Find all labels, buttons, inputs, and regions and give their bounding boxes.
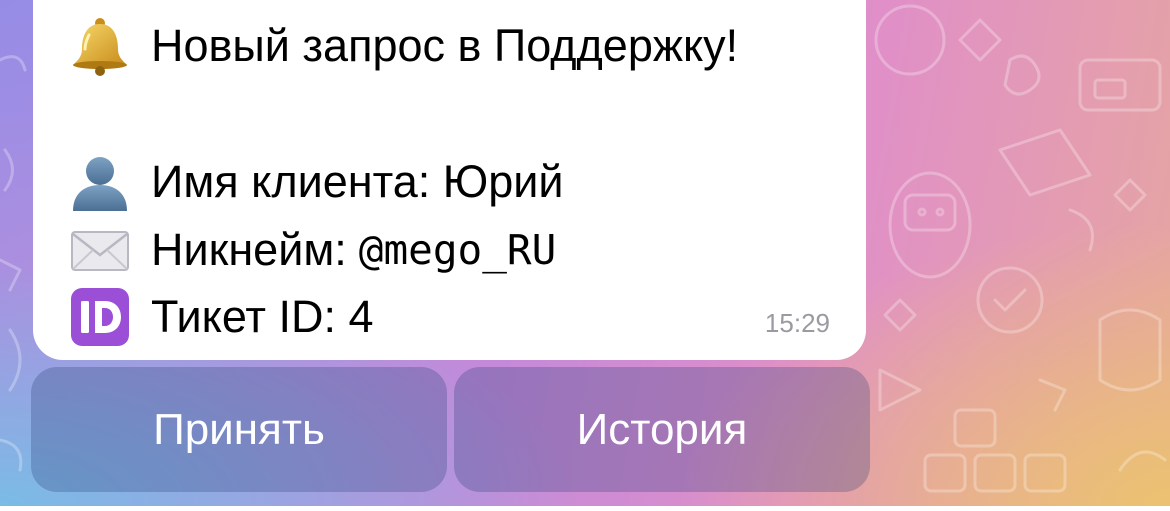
id-button-icon: [69, 286, 131, 348]
accept-button-label: Принять: [153, 404, 325, 454]
message-title: Новый запрос в Поддержку!: [151, 20, 739, 71]
message-title-line: Новый запрос в Поддержку!: [69, 15, 738, 77]
nickname-value[interactable]: @mego_RU: [359, 226, 556, 274]
history-button-label: История: [576, 404, 748, 454]
bust-in-silhouette-icon: [69, 151, 131, 213]
client-name-line: Имя клиента: Юрий: [69, 151, 564, 213]
ticket-id: Тикет ID: 4: [151, 291, 374, 342]
accept-button[interactable]: Принять: [31, 367, 447, 492]
nickname-label: Никнейм:: [151, 224, 347, 275]
nickname-line: Никнейм: @mego_RU: [69, 219, 556, 281]
ticket-line: Тикет ID: 4: [69, 286, 374, 348]
client-name: Имя клиента: Юрий: [151, 156, 564, 207]
envelope-icon: [69, 219, 131, 281]
history-button[interactable]: История: [454, 367, 870, 492]
message-bubble: Новый запрос в Поддержку! Имя клиента: Ю…: [33, 0, 866, 360]
message-timestamp: 15:29: [764, 308, 830, 338]
bell-icon: [69, 15, 131, 77]
